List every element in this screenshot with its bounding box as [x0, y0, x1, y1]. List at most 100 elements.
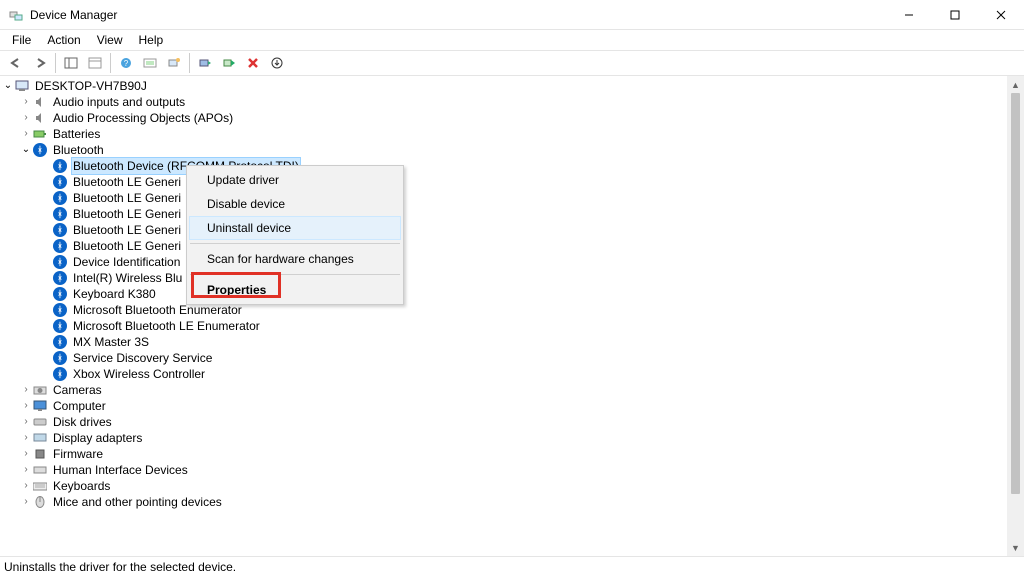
show-hide-tree-button[interactable]: [59, 52, 83, 74]
chevron-right-icon[interactable]: ›: [20, 462, 32, 478]
bluetooth-icon: ᚼ: [52, 270, 68, 286]
category-cameras[interactable]: › Cameras: [0, 382, 1024, 398]
properties-toolbar-button[interactable]: [83, 52, 107, 74]
category-batteries[interactable]: › Batteries: [0, 126, 1024, 142]
chevron-right-icon[interactable]: ›: [20, 110, 32, 126]
bluetooth-icon: ᚼ: [52, 318, 68, 334]
status-text: Uninstalls the driver for the selected d…: [4, 560, 236, 574]
category-disk[interactable]: › Disk drives: [0, 414, 1024, 430]
bluetooth-device-item[interactable]: ᚼKeyboard K380: [0, 286, 1024, 302]
bluetooth-device-item[interactable]: ᚼMicrosoft Bluetooth Enumerator: [0, 302, 1024, 318]
bluetooth-device-item[interactable]: ᚼBluetooth LE Generi: [0, 174, 1024, 190]
device-manager-window: Device Manager File Action View Help ?: [0, 0, 1024, 576]
bluetooth-device-item[interactable]: ᚼDevice Identification: [0, 254, 1024, 270]
titlebar: Device Manager: [0, 0, 1024, 30]
menu-view[interactable]: View: [89, 32, 131, 48]
scan-button[interactable]: [162, 52, 186, 74]
forward-button[interactable]: [28, 52, 52, 74]
category-hid[interactable]: › Human Interface Devices: [0, 462, 1024, 478]
bluetooth-icon: ᚼ: [52, 206, 68, 222]
window-title: Device Manager: [30, 8, 117, 22]
chevron-down-icon[interactable]: ⌄: [2, 78, 14, 94]
chevron-right-icon[interactable]: ›: [20, 430, 32, 446]
bluetooth-device-item[interactable]: ᚼBluetooth LE Generi: [0, 222, 1024, 238]
chevron-right-icon[interactable]: ›: [20, 126, 32, 142]
bluetooth-icon: ᚼ: [52, 334, 68, 350]
svg-text:?: ?: [124, 59, 129, 68]
chevron-right-icon[interactable]: ›: [20, 446, 32, 462]
device-label: Xbox Wireless Controller: [71, 366, 207, 382]
bluetooth-device-item[interactable]: ᚼService Discovery Service: [0, 350, 1024, 366]
category-mice[interactable]: › Mice and other pointing devices: [0, 494, 1024, 510]
chevron-right-icon[interactable]: ›: [20, 494, 32, 510]
ctx-disable-device[interactable]: Disable device: [189, 192, 401, 216]
speaker-icon: [32, 110, 48, 126]
bluetooth-icon: ᚼ: [52, 350, 68, 366]
chevron-right-icon[interactable]: ›: [20, 94, 32, 110]
menu-help[interactable]: Help: [131, 32, 172, 48]
category-display[interactable]: › Display adapters: [0, 430, 1024, 446]
bluetooth-icon: ᚼ: [52, 190, 68, 206]
disk-icon: [32, 414, 48, 430]
device-label: MX Master 3S: [71, 334, 151, 350]
bluetooth-icon: ᚼ: [52, 302, 68, 318]
device-label: Bluetooth LE Generi: [71, 174, 183, 190]
device-label: Bluetooth LE Generi: [71, 190, 183, 206]
scroll-up-button[interactable]: ▲: [1007, 76, 1024, 93]
ctx-uninstall-device[interactable]: Uninstall device: [189, 216, 401, 240]
back-button[interactable]: [4, 52, 28, 74]
device-tree[interactable]: ⌄ DESKTOP-VH7B90J › Audio inputs and out…: [0, 76, 1024, 556]
context-menu: Update driver Disable device Uninstall d…: [186, 165, 404, 305]
scroll-thumb[interactable]: [1011, 93, 1020, 494]
action-button[interactable]: [138, 52, 162, 74]
chevron-down-icon[interactable]: ⌄: [20, 142, 32, 158]
category-audio-io[interactable]: › Audio inputs and outputs: [0, 94, 1024, 110]
down-arrow-button[interactable]: [265, 52, 289, 74]
root-node[interactable]: ⌄ DESKTOP-VH7B90J: [0, 78, 1024, 94]
bluetooth-device-item[interactable]: ᚼMicrosoft Bluetooth LE Enumerator: [0, 318, 1024, 334]
bluetooth-icon: ᚼ: [32, 142, 48, 158]
category-bluetooth[interactable]: ⌄ ᚼ Bluetooth: [0, 142, 1024, 158]
bluetooth-device-item[interactable]: ᚼBluetooth Device (RFCOMM Protocol TDI): [0, 158, 1024, 174]
bluetooth-device-item[interactable]: ᚼMX Master 3S: [0, 334, 1024, 350]
disable-device-button[interactable]: [217, 52, 241, 74]
category-apo[interactable]: › Audio Processing Objects (APOs): [0, 110, 1024, 126]
category-firmware[interactable]: › Firmware: [0, 446, 1024, 462]
ctx-scan-hardware[interactable]: Scan for hardware changes: [189, 247, 401, 271]
ctx-update-driver[interactable]: Update driver: [189, 168, 401, 192]
device-label: Device Identification: [71, 254, 182, 270]
bluetooth-device-item[interactable]: ᚼXbox Wireless Controller: [0, 366, 1024, 382]
bluetooth-device-item[interactable]: ᚼBluetooth LE Generi: [0, 238, 1024, 254]
toolbar: ?: [0, 50, 1024, 76]
bluetooth-icon: ᚼ: [52, 254, 68, 270]
bluetooth-device-item[interactable]: ᚼBluetooth LE Generi: [0, 190, 1024, 206]
root-label: DESKTOP-VH7B90J: [33, 78, 149, 94]
close-button[interactable]: [978, 0, 1024, 30]
display-adapter-icon: [32, 430, 48, 446]
update-driver-button[interactable]: [193, 52, 217, 74]
ctx-separator: [190, 243, 400, 244]
vertical-scrollbar[interactable]: ▲ ▼: [1007, 76, 1024, 556]
category-keyboards[interactable]: › Keyboards: [0, 478, 1024, 494]
bluetooth-icon: ᚼ: [52, 366, 68, 382]
computer-icon: [14, 78, 30, 94]
menu-file[interactable]: File: [4, 32, 39, 48]
mouse-icon: [32, 494, 48, 510]
chevron-right-icon[interactable]: ›: [20, 478, 32, 494]
bluetooth-device-item[interactable]: ᚼBluetooth LE Generi: [0, 206, 1024, 222]
category-computer[interactable]: › Computer: [0, 398, 1024, 414]
bluetooth-icon: ᚼ: [52, 238, 68, 254]
uninstall-device-button[interactable]: [241, 52, 265, 74]
maximize-button[interactable]: [932, 0, 978, 30]
chevron-right-icon[interactable]: ›: [20, 414, 32, 430]
bluetooth-device-item[interactable]: ᚼIntel(R) Wireless Blu: [0, 270, 1024, 286]
speaker-icon: [32, 94, 48, 110]
scroll-down-button[interactable]: ▼: [1007, 539, 1024, 556]
chevron-right-icon[interactable]: ›: [20, 398, 32, 414]
minimize-button[interactable]: [886, 0, 932, 30]
help-button[interactable]: ?: [114, 52, 138, 74]
hid-icon: [32, 462, 48, 478]
ctx-properties[interactable]: Properties: [189, 278, 401, 302]
chevron-right-icon[interactable]: ›: [20, 382, 32, 398]
menu-action[interactable]: Action: [39, 32, 88, 48]
